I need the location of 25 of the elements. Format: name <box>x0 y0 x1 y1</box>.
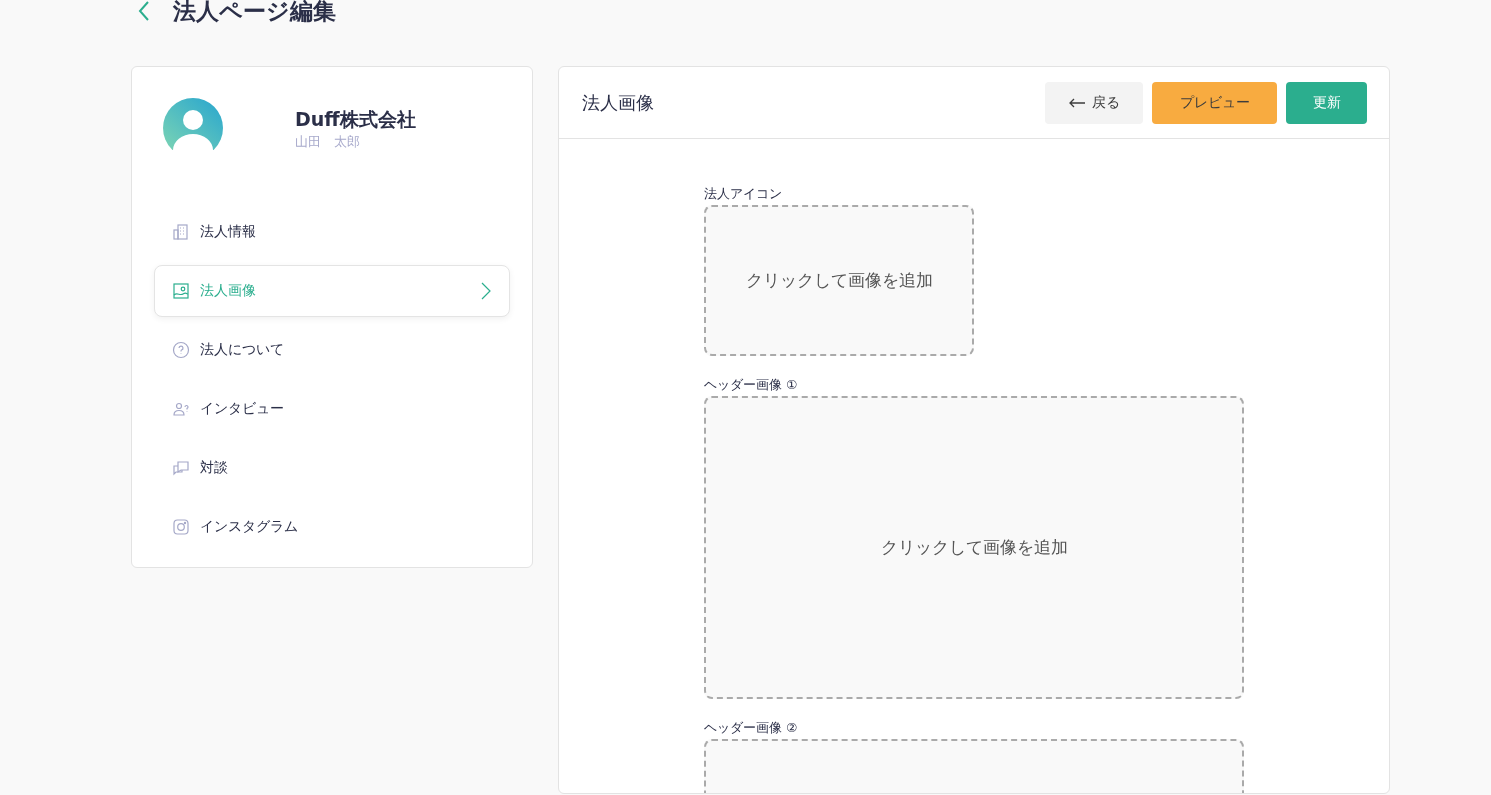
help-icon <box>172 341 190 359</box>
preview-button[interactable]: プレビュー <box>1152 81 1277 124</box>
page-title: 法人ページ編集 <box>173 0 336 24</box>
field-label: 法人アイコン <box>704 185 783 203</box>
arrow-left-icon <box>1068 97 1086 108</box>
chat-icon <box>172 459 190 477</box>
sidebar-item[interactable]: 法人情報 <box>154 206 510 258</box>
sidebar-item[interactable]: インスタグラム <box>154 501 510 553</box>
building-icon <box>172 223 190 241</box>
field-label: ヘッダー画像 ② <box>704 719 799 737</box>
field-label: ヘッダー画像 ① <box>704 376 799 394</box>
person-name: 山田 太郎 <box>295 133 361 151</box>
image-upload-area[interactable]: クリックして画像を追加 <box>704 205 974 356</box>
sidebar-item[interactable]: インタビュー <box>154 383 510 435</box>
image-icon <box>172 282 190 300</box>
back-button[interactable]: 戻る <box>1045 81 1143 124</box>
image-upload-area[interactable]: クリックして画像を追加 <box>704 396 1244 699</box>
back-icon[interactable] <box>137 0 151 22</box>
chevron-right-icon <box>480 281 492 301</box>
instagram-icon <box>172 518 190 536</box>
sidebar-item[interactable]: 法人について <box>154 324 510 376</box>
person-question-icon <box>172 400 190 418</box>
sidebar-item[interactable]: 対談 <box>154 442 510 494</box>
company-name: Duff株式会社 <box>295 107 416 132</box>
panel-title: 法人画像 <box>582 90 655 115</box>
